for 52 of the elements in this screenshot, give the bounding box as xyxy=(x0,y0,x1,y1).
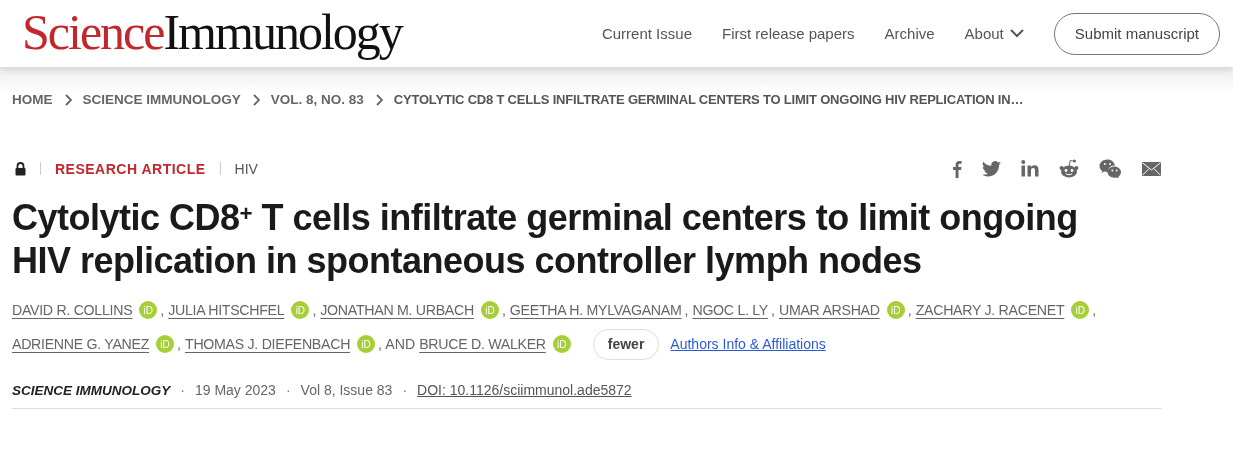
journal-name: SCIENCE IMMUNOLOGY xyxy=(12,382,171,398)
author-separator: , xyxy=(684,302,689,318)
affiliations-link[interactable]: Authors Info & Affiliations xyxy=(670,336,826,352)
author-link[interactable]: BRUCE D. WALKER xyxy=(419,336,546,352)
reddit-icon[interactable] xyxy=(1059,159,1079,178)
dot-separator: · xyxy=(402,382,408,398)
bird-icon[interactable] xyxy=(982,160,1001,177)
author-link[interactable]: ZACHARY J. RACENET xyxy=(915,302,1065,318)
author-link[interactable]: JONATHAN M. URBACH xyxy=(320,302,474,318)
author-separator: , xyxy=(771,302,775,318)
author-separator: , AND xyxy=(378,336,416,352)
facebook-icon[interactable] xyxy=(952,159,962,178)
chevron-right-icon xyxy=(251,93,260,106)
breadcrumb-link[interactable]: HOME xyxy=(12,92,53,107)
article-type[interactable]: RESEARCH ARTICLE xyxy=(55,160,206,177)
author-link[interactable]: NGOC L. LY xyxy=(692,302,768,318)
doi-link[interactable]: DOI: 10.1126/sciimmunol.ade5872 xyxy=(417,382,632,398)
author-separator: , xyxy=(160,302,165,318)
author-link[interactable]: UMAR ARSHAD xyxy=(778,302,880,318)
chat-bubbles-icon[interactable] xyxy=(1099,159,1122,178)
author-link[interactable]: JULIA HITSCHFEL xyxy=(168,302,285,318)
breadcrumb-link[interactable]: SCIENCE IMMUNOLOGY xyxy=(82,92,241,107)
article-title: Cytolytic CD8$^{+}$ T cells infiltrate germinal centers to limit ongoing HIV replication in spontaneous controller lymph nodes xyxy=(12,196,1079,282)
breadcrumb-link[interactable]: CYTOLYTIC CD8 T CELLS INFILTRATE GERMINAL CENTERS TO LIMIT ONGOING HIV REPLICATION IN… xyxy=(393,92,1024,107)
author-link[interactable]: DAVID R. COLLINS xyxy=(12,302,133,318)
linkedin-icon[interactable] xyxy=(1021,160,1039,177)
author-separator: , xyxy=(312,302,317,318)
chevron-right-icon xyxy=(374,93,383,106)
publication-date: 19 May 2023 xyxy=(194,382,276,398)
author-separator: , xyxy=(907,302,912,318)
author-separator: , xyxy=(1092,302,1097,318)
submit-button[interactable]: Submit manuscript xyxy=(1053,12,1220,55)
article-topic[interactable]: HIV xyxy=(234,160,258,177)
nav-dropdown[interactable]: About xyxy=(964,25,1024,42)
author-link[interactable]: ADRIENNE G. YANEZ xyxy=(12,336,150,352)
breadcrumb-link[interactable]: VOL. 8, NO. 83 xyxy=(270,92,364,107)
dot-separator: · xyxy=(285,382,291,398)
logo-brand[interactable]: Science xyxy=(22,2,164,61)
fewer-button[interactable]: fewer xyxy=(592,328,660,360)
chevron-right-icon xyxy=(63,93,72,106)
author-separator: , xyxy=(177,336,182,352)
author-separator: , xyxy=(501,302,506,318)
dot-separator: · xyxy=(180,382,185,398)
author-link[interactable]: THOMAS J. DIEFENBACH xyxy=(185,336,351,352)
author-link[interactable]: GEETHA H. MYLVAGANAM xyxy=(509,302,682,318)
logo-journal[interactable]: Immunology xyxy=(163,2,402,61)
nav-link[interactable]: Archive xyxy=(884,25,935,42)
chevron-icon xyxy=(1009,29,1024,38)
issue-info: Vol 8, Issue 83 xyxy=(300,382,393,398)
envelope-icon[interactable] xyxy=(1142,161,1161,176)
nav-link[interactable]: Current Issue xyxy=(601,25,692,42)
nav-link[interactable]: First release papers xyxy=(722,25,855,42)
